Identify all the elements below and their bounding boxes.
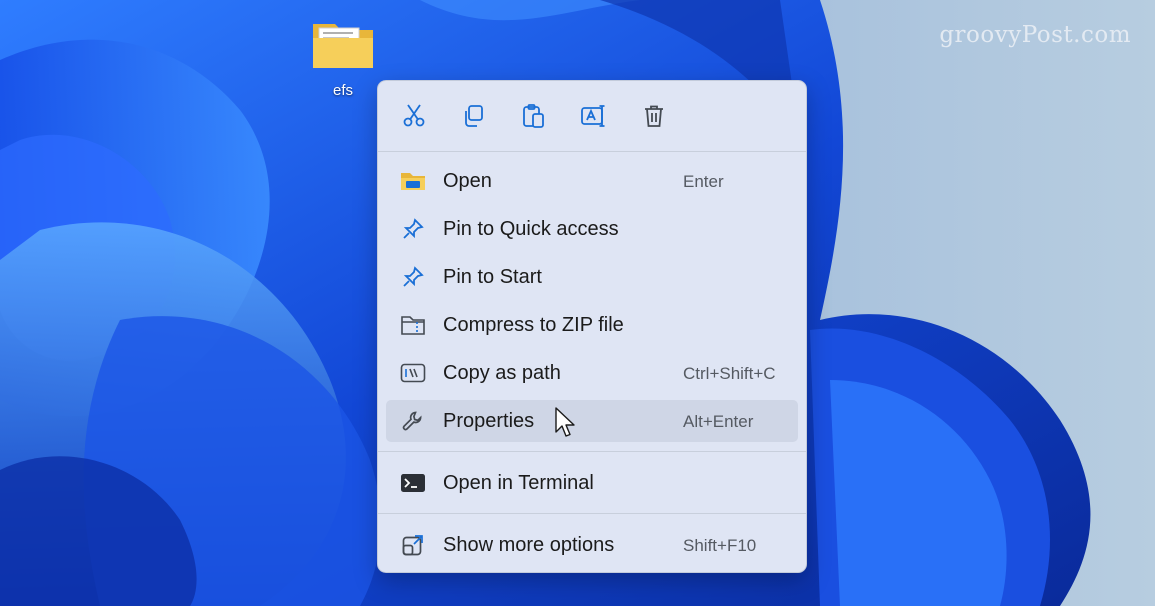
menu-item-label: Show more options [443, 534, 615, 556]
menu-item-copy-as-path[interactable]: Copy as path Ctrl+Shift+C [386, 352, 798, 394]
menu-item-shortcut: Ctrl+Shift+C [683, 364, 776, 383]
menu-item-shortcut: Enter [683, 172, 724, 191]
path-icon [400, 361, 426, 385]
clipboard-icon [523, 104, 544, 128]
paste-button[interactable] [512, 97, 556, 135]
menu-item-label: Copy as path [443, 362, 561, 384]
watermark-text: groovyPost.com [939, 22, 1131, 48]
menu-item-pin-start[interactable]: Pin to Start [386, 256, 798, 298]
delete-button[interactable] [632, 97, 676, 135]
context-menu: Open Enter Pin to Quick access Pin to St… [377, 80, 807, 573]
menu-item-shortcut: Alt+Enter [683, 412, 754, 431]
menu-item-open[interactable]: Open Enter [386, 160, 798, 202]
folder-icon [400, 169, 426, 193]
copy-icon [465, 105, 483, 127]
context-menu-toolbar [378, 81, 806, 151]
terminal-icon [400, 471, 426, 495]
menu-item-label: Compress to ZIP file [443, 314, 624, 336]
copy-button[interactable] [452, 97, 496, 135]
desktop-folder-label: efs [332, 82, 353, 99]
external-icon [400, 533, 426, 557]
rename-icon [581, 105, 605, 127]
cut-button[interactable] [392, 97, 436, 135]
menu-item-compress-zip[interactable]: Compress to ZIP file [386, 304, 798, 346]
wrench-icon [400, 409, 426, 433]
menu-item-label: Open [443, 170, 492, 192]
pin-icon [400, 217, 426, 241]
menu-item-label: Pin to Quick access [443, 218, 619, 240]
zip-folder-icon [400, 313, 426, 337]
scissors-icon [403, 104, 425, 127]
menu-item-open-terminal[interactable]: Open in Terminal [386, 462, 798, 504]
menu-item-label: Properties [443, 410, 535, 432]
menu-item-label: Pin to Start [443, 266, 542, 288]
mouse-pointer-icon [555, 407, 575, 437]
menu-item-shortcut: Shift+F10 [683, 536, 757, 555]
menu-item-pin-quick-access[interactable]: Pin to Quick access [386, 208, 798, 250]
menu-separator [378, 513, 806, 514]
trash-icon [645, 105, 663, 127]
menu-item-label: Open in Terminal [443, 472, 594, 494]
desktop: groovyPost.com efs Open Enter Pin to Qui… [0, 0, 1155, 606]
rename-button[interactable] [572, 97, 616, 135]
menu-item-show-more-options[interactable]: Show more options Shift+F10 [386, 524, 798, 566]
menu-separator [378, 451, 806, 452]
folder-icon [313, 24, 373, 68]
menu-item-properties[interactable]: Properties Alt+Enter [386, 400, 798, 442]
toolbar-separator [378, 151, 806, 152]
desktop-folder-efs[interactable]: efs [303, 18, 383, 99]
pin-icon [400, 265, 426, 289]
